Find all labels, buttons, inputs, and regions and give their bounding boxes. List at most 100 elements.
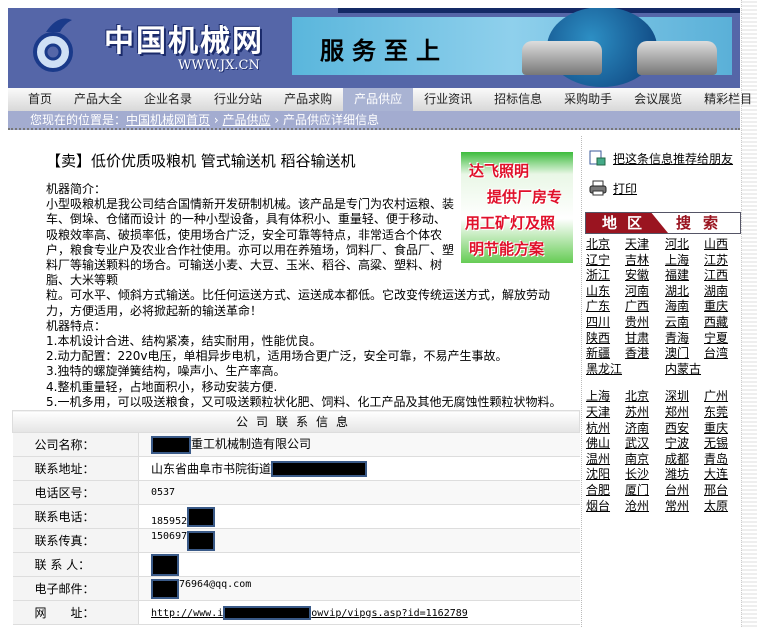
nav-tender[interactable]: 招标信息 — [483, 88, 553, 111]
province-link[interactable]: 海南 — [665, 299, 704, 315]
province-link[interactable]: 台湾 — [704, 346, 742, 362]
city-link[interactable]: 潍坊 — [665, 467, 704, 483]
city-link[interactable]: 合肥 — [586, 483, 625, 499]
print-link[interactable]: 打印 — [589, 178, 741, 198]
intro-label: 机器简介： — [46, 182, 107, 196]
province-link[interactable]: 辽宁 — [586, 253, 625, 269]
nav-exhibitions[interactable]: 会议展览 — [623, 88, 693, 111]
province-link[interactable]: 香港 — [625, 346, 665, 362]
province-link[interactable]: 西藏 — [704, 315, 742, 331]
website-url-end[interactable]: owvip/vipgs.asp?id=1162789 — [311, 608, 468, 619]
row-label: 联 系 人： — [12, 552, 139, 577]
province-link[interactable]: 安徽 — [625, 268, 665, 284]
banner-ad[interactable]: 服务至上 — [292, 8, 732, 87]
redaction — [151, 435, 191, 454]
nav-products[interactable]: 产品大全 — [63, 88, 133, 111]
city-link[interactable]: 重庆 — [704, 421, 742, 437]
website-url-start[interactable]: http://www.i — [151, 608, 223, 619]
city-link[interactable]: 长沙 — [625, 467, 665, 483]
city-link[interactable]: 温州 — [586, 452, 625, 468]
city-link[interactable]: 武汉 — [625, 436, 665, 452]
province-link[interactable]: 湖南 — [704, 284, 742, 300]
province-link[interactable]: 上海 — [665, 253, 704, 269]
nav-home[interactable]: 首页 — [8, 88, 63, 111]
nav-buy[interactable]: 产品求购 — [273, 88, 343, 111]
province-link[interactable]: 黑龙江 — [586, 362, 665, 378]
city-link[interactable]: 无锡 — [704, 436, 742, 452]
province-link[interactable]: 重庆 — [704, 299, 742, 315]
nav-branches[interactable]: 行业分站 — [203, 88, 273, 111]
province-link[interactable]: 广东 — [586, 299, 625, 315]
city-link[interactable]: 苏州 — [625, 405, 665, 421]
province-link[interactable]: 河北 — [665, 237, 704, 253]
city-link[interactable]: 大连 — [704, 467, 742, 483]
city-link[interactable]: 成都 — [665, 452, 704, 468]
province-link[interactable]: 江苏 — [704, 253, 742, 269]
city-link[interactable]: 太原 — [704, 499, 742, 515]
city-link[interactable]: 北京 — [625, 389, 665, 405]
city-link[interactable]: 深圳 — [665, 389, 704, 405]
nav-purchase-helper[interactable]: 采购助手 — [553, 88, 623, 111]
nav-companies[interactable]: 企业名录 — [133, 88, 203, 111]
recommend-link[interactable]: 把这条信息推荐给朋友 — [589, 148, 741, 168]
city-link[interactable]: 宁波 — [665, 436, 704, 452]
city-link[interactable]: 南京 — [625, 452, 665, 468]
breadcrumb-home-link[interactable]: 中国机械网首页 — [126, 113, 210, 127]
province-link[interactable]: 北京 — [586, 237, 625, 253]
nav-supply[interactable]: 产品供应 — [343, 88, 414, 111]
province-link[interactable]: 湖北 — [665, 284, 704, 300]
province-link[interactable]: 山东 — [586, 284, 625, 300]
nav-featured[interactable]: 精彩栏目 — [693, 88, 757, 111]
city-link[interactable]: 天津 — [586, 405, 625, 421]
feature-item: 2.动力配置：220v电压，单相异步电机，适用场合更广泛，安全可靠，不易产生事故… — [46, 349, 508, 364]
city-link[interactable]: 上海 — [586, 389, 625, 405]
contact-table: 公司联系信息 公司名称： 重工机械制造有限公司 联系地址： 山东省曲阜市书院街道 电… — [12, 410, 580, 625]
province-link[interactable]: 江西 — [704, 268, 742, 284]
nav-news[interactable]: 行业资讯 — [413, 88, 483, 111]
print-label[interactable]: 打印 — [613, 180, 637, 197]
province-link[interactable]: 广西 — [625, 299, 665, 315]
region-label: 地区 — [586, 213, 668, 233]
intro-text: 小型吸粮机是我公司结合国情新开发研制机械。该产品是专门为农村运粮、装车、倒垛、仓… — [46, 197, 455, 288]
website-link[interactable]: http://www.i owvip/vipgs.asp?id=1162789 — [138, 600, 580, 625]
city-link[interactable]: 郑州 — [665, 405, 704, 421]
table-row: 联系传真： 150697 — [12, 528, 580, 553]
city-link[interactable]: 沧州 — [625, 499, 665, 515]
province-link[interactable]: 青海 — [665, 331, 704, 347]
city-link[interactable]: 厦门 — [625, 483, 665, 499]
province-link[interactable]: 云南 — [665, 315, 704, 331]
province-link[interactable]: 贵州 — [625, 315, 665, 331]
recommend-label[interactable]: 把这条信息推荐给朋友 — [613, 150, 733, 167]
province-link[interactable]: 新疆 — [586, 346, 625, 362]
province-link[interactable]: 浙江 — [586, 268, 625, 284]
province-link[interactable]: 陕西 — [586, 331, 625, 347]
table-row: 联系电话： 185952 — [12, 504, 580, 529]
city-link[interactable]: 西安 — [665, 421, 704, 437]
email: 76964@qq.com — [179, 578, 252, 590]
province-link[interactable]: 四川 — [586, 315, 625, 331]
city-link[interactable]: 杭州 — [586, 421, 625, 437]
province-link[interactable]: 福建 — [665, 268, 704, 284]
province-link[interactable]: 吉林 — [625, 253, 665, 269]
printer-icon — [589, 180, 607, 196]
city-link[interactable]: 邢台 — [704, 483, 742, 499]
province-link[interactable]: 澳门 — [665, 346, 704, 362]
city-link[interactable]: 烟台 — [586, 499, 625, 515]
city-link[interactable]: 济南 — [625, 421, 665, 437]
site-logo-text[interactable]: 中国机械网 — [104, 16, 264, 60]
city-link[interactable]: 广州 — [704, 389, 742, 405]
city-link[interactable]: 台州 — [665, 483, 704, 499]
row-label: 联系电话： — [12, 504, 139, 529]
province-link[interactable]: 宁夏 — [704, 331, 742, 347]
city-link[interactable]: 沈阳 — [586, 467, 625, 483]
province-link[interactable]: 天津 — [625, 237, 665, 253]
province-link[interactable]: 内蒙古 — [665, 362, 742, 378]
breadcrumb-section-link[interactable]: 产品供应 — [223, 113, 271, 127]
province-link[interactable]: 山西 — [704, 237, 742, 253]
city-link[interactable]: 佛山 — [586, 436, 625, 452]
city-link[interactable]: 常州 — [665, 499, 704, 515]
city-link[interactable]: 青岛 — [704, 452, 742, 468]
province-link[interactable]: 河南 — [625, 284, 665, 300]
province-link[interactable]: 甘肃 — [625, 331, 665, 347]
city-link[interactable]: 东莞 — [704, 405, 742, 421]
